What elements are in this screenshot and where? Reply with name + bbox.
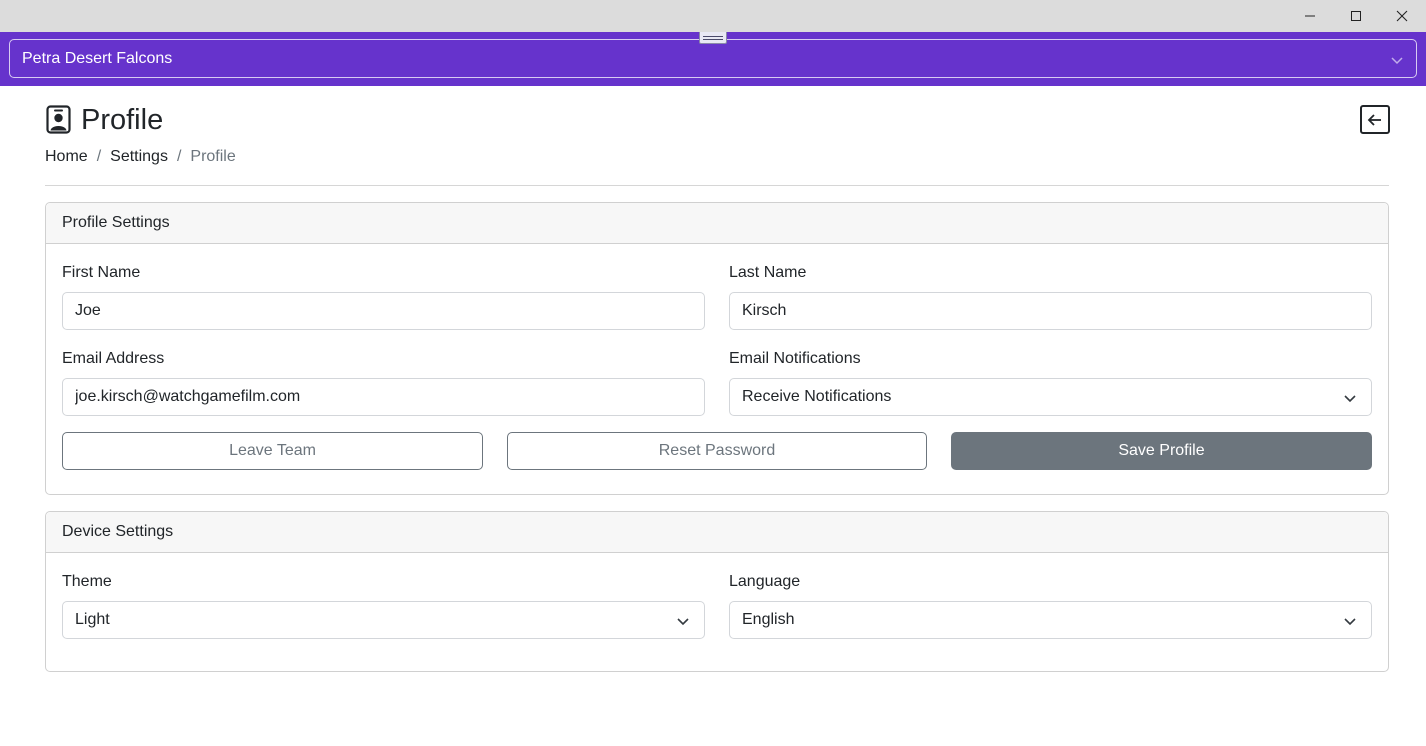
- theme-value: Light: [75, 611, 110, 628]
- save-profile-button[interactable]: Save Profile: [951, 432, 1372, 470]
- window-titlebar: [0, 0, 1426, 32]
- profile-settings-header: Profile Settings: [46, 203, 1388, 244]
- last-name-label: Last Name: [729, 264, 807, 281]
- chevron-down-icon: [1344, 618, 1356, 626]
- breadcrumb-current: Profile: [190, 148, 236, 165]
- email-field[interactable]: [62, 378, 705, 416]
- reset-password-button[interactable]: Reset Password: [507, 432, 927, 470]
- email-notifications-value: Receive Notifications: [742, 388, 892, 405]
- breadcrumb-separator: /: [176, 148, 182, 165]
- last-name-field[interactable]: [729, 292, 1372, 330]
- breadcrumb-home[interactable]: Home: [45, 147, 88, 167]
- breadcrumb: Home / Settings / Profile: [45, 147, 236, 167]
- device-settings-header: Device Settings: [46, 512, 1388, 553]
- chevron-down-icon: [677, 618, 689, 626]
- maximize-icon[interactable]: [1333, 0, 1379, 32]
- language-value: English: [742, 611, 795, 628]
- first-name-field[interactable]: [62, 292, 705, 330]
- team-select-value: Petra Desert Falcons: [22, 49, 173, 67]
- drag-handle-icon[interactable]: [699, 32, 727, 44]
- breadcrumb-settings[interactable]: Settings: [110, 147, 168, 167]
- header-divider: [45, 185, 1389, 186]
- person-badge-icon: [46, 105, 71, 134]
- email-label: Email Address: [62, 350, 165, 367]
- device-settings-card: Device Settings Theme Light Language Eng…: [45, 511, 1389, 672]
- close-icon[interactable]: [1379, 0, 1425, 32]
- page-title: Profile: [81, 104, 164, 136]
- leave-team-button[interactable]: Leave Team: [62, 432, 483, 470]
- first-name-label: First Name: [62, 264, 141, 281]
- team-bar: Petra Desert Falcons: [0, 32, 1426, 86]
- email-notifications-label: Email Notifications: [729, 350, 861, 367]
- chevron-down-icon: [1391, 57, 1403, 65]
- theme-select[interactable]: Light: [62, 601, 705, 639]
- minimize-icon[interactable]: [1287, 0, 1333, 32]
- theme-label: Theme: [62, 573, 112, 590]
- breadcrumb-separator: /: [96, 148, 102, 165]
- email-notifications-select[interactable]: Receive Notifications: [729, 378, 1372, 416]
- language-select[interactable]: English: [729, 601, 1372, 639]
- language-label: Language: [729, 573, 801, 590]
- profile-settings-card: Profile Settings First Name Last Name Em…: [45, 202, 1389, 495]
- team-select[interactable]: Petra Desert Falcons: [9, 39, 1417, 78]
- arrow-left-icon: [1367, 113, 1381, 126]
- back-button[interactable]: [1360, 105, 1390, 134]
- chevron-down-icon: [1344, 395, 1356, 403]
